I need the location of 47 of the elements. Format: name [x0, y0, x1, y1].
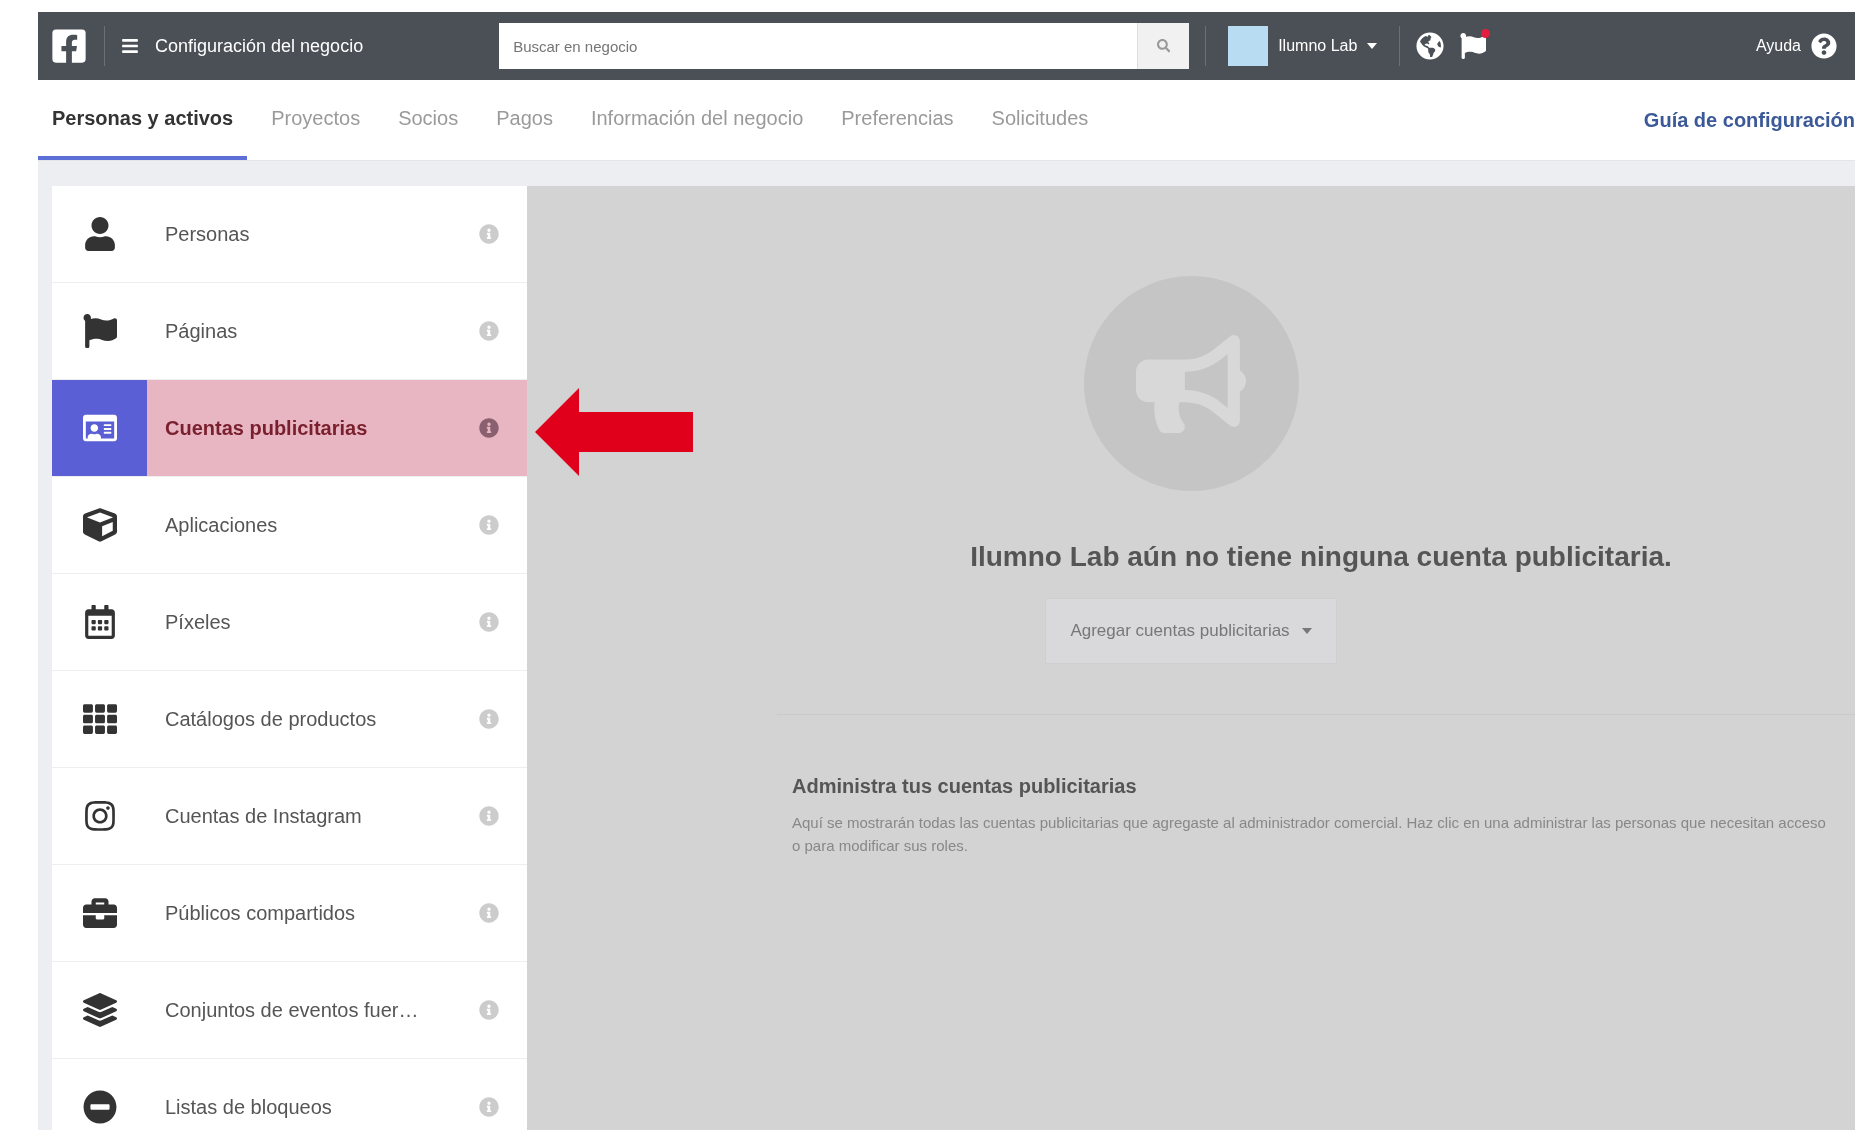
sidebar-label: Cuentas de Instagram [164, 804, 363, 828]
info-icon[interactable] [479, 1097, 499, 1117]
notification-dot [1481, 29, 1491, 38]
info-icon[interactable] [479, 418, 499, 438]
sidebar-label: Públicos compartidos [164, 901, 357, 925]
help-icon [1811, 33, 1837, 59]
search-field[interactable]: Buscar en negocio [499, 23, 1138, 69]
info-icon[interactable] [479, 612, 499, 632]
app-title: Configuración del negocio [155, 35, 364, 57]
calendar-icon [82, 605, 117, 639]
sidebar-label: Píxeles [164, 610, 232, 634]
search-icon [1157, 39, 1171, 53]
globe-button[interactable] [1416, 32, 1445, 60]
camera-icon [82, 799, 117, 833]
cube-icon [82, 508, 117, 542]
setup-guide-link[interactable]: Guía de configuración [1643, 108, 1855, 132]
help-button[interactable]: Ayuda [1749, 32, 1843, 60]
info-icon[interactable] [479, 903, 499, 923]
sidebar-label: Personas [164, 222, 251, 246]
info-icon[interactable] [479, 806, 499, 826]
section-text: Aquí se mostrarán todas las cuentas publicitarias que agregaste al administrador comercial. Haz clic en una administrar las personas que necesitan acceso o para modificar sus roles. [792, 813, 1827, 856]
flag-icon [82, 314, 117, 348]
caret-icon [1301, 628, 1312, 634]
sidebar-label: Páginas [164, 319, 239, 343]
info-icon[interactable] [479, 321, 499, 341]
sidebar-label: Aplicaciones [164, 513, 279, 537]
empty-state-heading: Ilumno Lab aún no tiene ninguna cuenta publicitaria. [970, 541, 1672, 573]
caret-icon [1367, 43, 1378, 49]
briefcase-icon [82, 896, 117, 930]
info-icon[interactable] [479, 1000, 499, 1020]
sidebar-label: Catálogos de productos [164, 707, 378, 731]
menu-icon[interactable] [121, 37, 139, 55]
person-icon [82, 217, 117, 251]
sidebar-label: Cuentas publicitarias [164, 416, 369, 440]
info-icon[interactable] [479, 709, 499, 729]
info-icon[interactable] [479, 224, 499, 244]
grid-icon [82, 702, 117, 736]
business-menu[interactable]: Ilumno Lab [1222, 25, 1384, 67]
sidebar-label: Listas de bloqueos [164, 1095, 333, 1119]
section-title: Administra tus cuentas publicitarias [792, 775, 1138, 798]
sidebar-item[interactable]: Cuentas publicitarias [52, 380, 527, 477]
business-avatar [1228, 26, 1269, 66]
info-icon[interactable] [479, 515, 499, 535]
search-button[interactable] [1137, 23, 1190, 69]
sidebar-label: Conjuntos de eventos fuer… [164, 998, 420, 1022]
layers-icon [82, 993, 117, 1027]
logo-icon [50, 27, 88, 65]
